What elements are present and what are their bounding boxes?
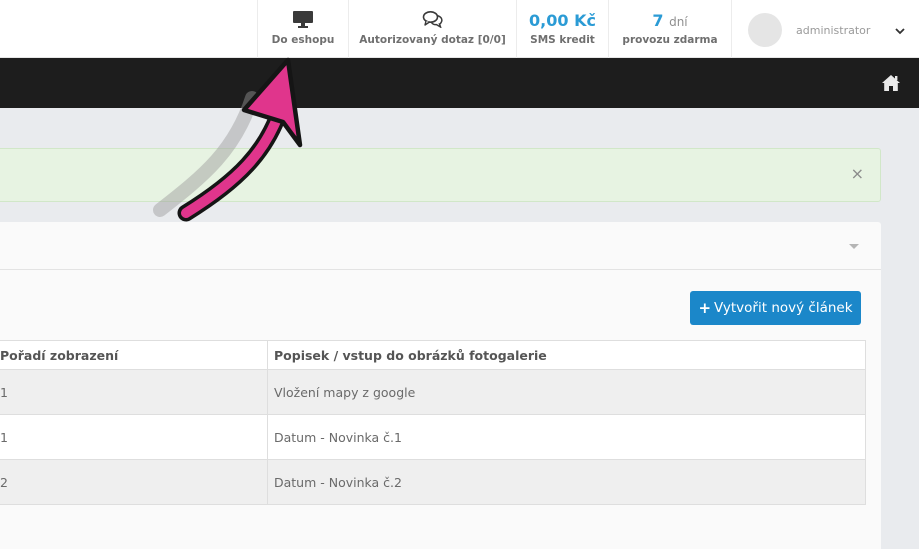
- table-row[interactable]: 1 Vložení mapy z google: [0, 370, 866, 415]
- username: administrator: [796, 24, 871, 37]
- articles-table: Pořadí zobrazení Popisek / vstup do obrá…: [0, 340, 866, 505]
- avatar: [748, 13, 782, 47]
- plus-icon: +: [698, 299, 712, 317]
- table-row[interactable]: 2 Datum - Novinka č.2: [0, 460, 866, 505]
- close-icon[interactable]: ×: [851, 166, 864, 182]
- create-article-button[interactable]: + Vytvořit nový článek: [690, 291, 861, 325]
- cell-title: Datum - Novinka č.2: [268, 460, 866, 504]
- to-eshop-label: Do eshopu: [271, 34, 335, 46]
- table-header: Pořadí zobrazení Popisek / vstup do obrá…: [0, 340, 866, 370]
- column-header-title[interactable]: Popisek / vstup do obrázků fotogalerie: [268, 341, 866, 369]
- cell-order: 1: [0, 415, 268, 459]
- success-alert: ×: [0, 148, 881, 202]
- home-icon[interactable]: [881, 74, 901, 92]
- user-menu[interactable]: administrator: [731, 0, 919, 58]
- cell-order: 2: [0, 460, 268, 504]
- create-article-label: Vytvořit nový článek: [714, 300, 853, 316]
- main-navbar: [0, 58, 919, 108]
- sms-credit-label: SMS kredit: [530, 34, 595, 46]
- cell-order: 1: [0, 370, 268, 414]
- column-header-order[interactable]: Pořadí zobrazení: [0, 341, 268, 369]
- sms-credit-value: 0,00 Kč: [529, 11, 596, 30]
- top-bar: Do eshopu Autorizovaný dotaz [0/0] 0,00 …: [0, 0, 919, 58]
- authorized-inquiry-label: Autorizovaný dotaz [0/0]: [359, 34, 506, 46]
- free-trial-number: 7: [652, 11, 664, 30]
- table-row[interactable]: 1 Datum - Novinka č.1: [0, 415, 866, 460]
- panel-header: [0, 222, 881, 270]
- cell-title: Vložení mapy z google: [268, 370, 866, 414]
- monitor-icon: [258, 10, 348, 28]
- cell-title: Datum - Novinka č.1: [268, 415, 866, 459]
- free-trial-value: 7 dní: [609, 11, 731, 30]
- free-trial-unit: dní: [669, 15, 688, 29]
- free-trial-days[interactable]: 7 dní provozu zdarma: [608, 0, 731, 58]
- authorized-inquiry-link[interactable]: Autorizovaný dotaz [0/0]: [348, 0, 516, 58]
- chat-bubbles-icon: [349, 10, 516, 28]
- free-trial-label: provozu zdarma: [622, 34, 718, 46]
- annotation-arrow-icon: [153, 57, 303, 222]
- chevron-down-icon[interactable]: [894, 22, 906, 35]
- sms-credit[interactable]: 0,00 Kč SMS kredit: [516, 0, 608, 58]
- caret-down-icon[interactable]: [849, 244, 859, 249]
